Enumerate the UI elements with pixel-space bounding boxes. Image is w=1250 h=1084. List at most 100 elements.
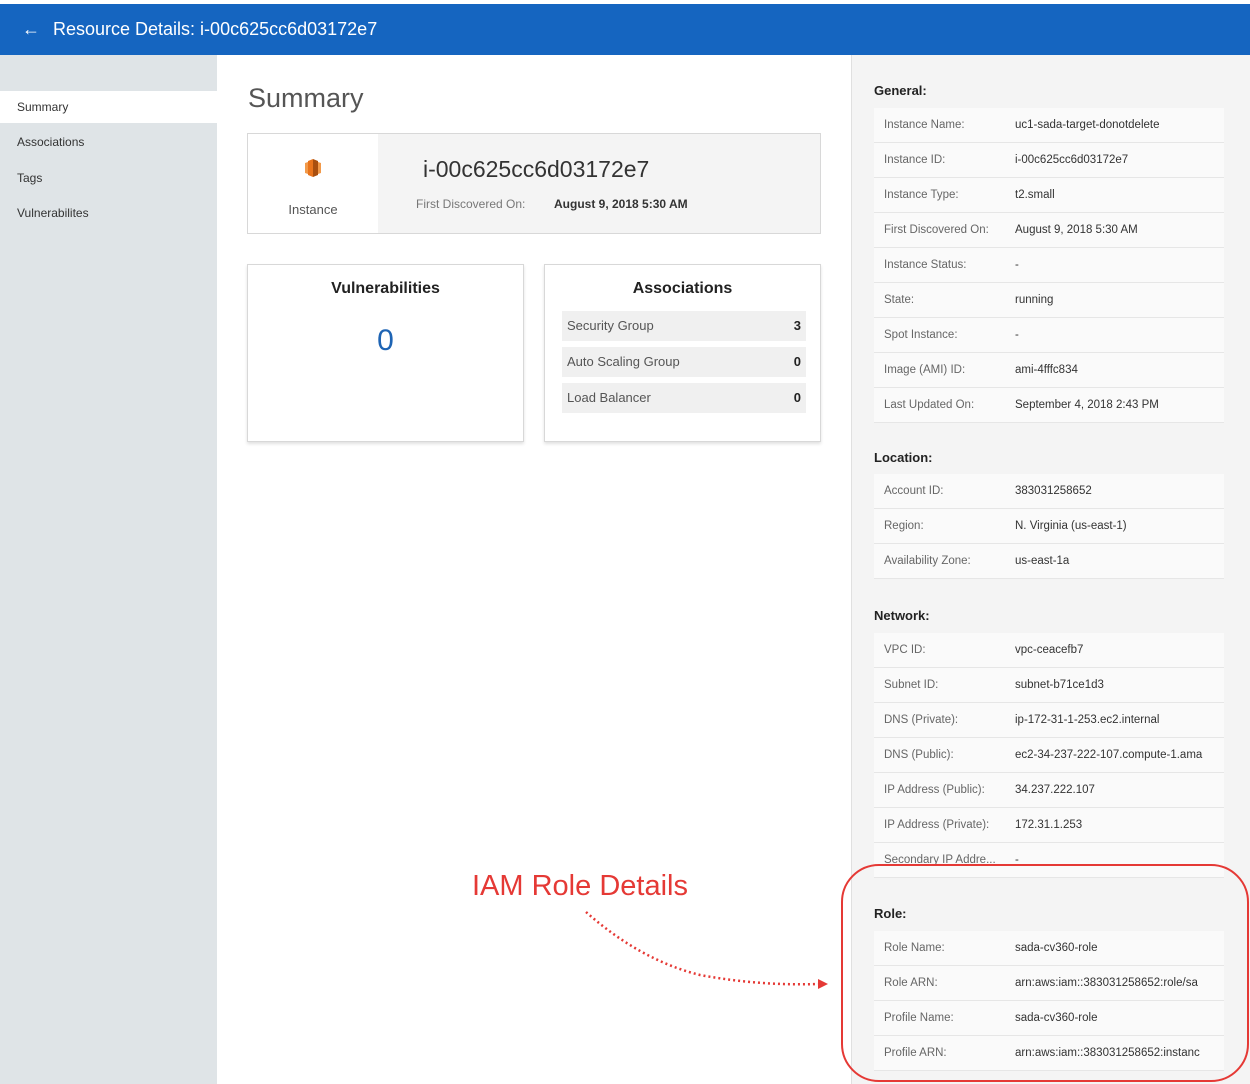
detail-key: VPC ID: <box>884 644 926 656</box>
main-content: Summary Instance i-00c625cc6d03172e7 Fir… <box>217 55 851 1084</box>
detail-value: August 9, 2018 5:30 AM <box>1015 224 1138 236</box>
resource-type-panel: Instance <box>248 134 378 233</box>
detail-value: subnet-b71ce1d3 <box>1015 679 1104 691</box>
back-arrow-icon[interactable]: ← <box>0 19 40 40</box>
section-title-general: General: <box>874 83 927 98</box>
detail-key: Image (AMI) ID: <box>884 364 966 376</box>
detail-row-secondary-ip: Secondary IP Addre... - <box>874 843 1224 878</box>
detail-value: vpc-ceacefb7 <box>1015 644 1084 656</box>
sidebar-item-tags[interactable]: Tags <box>0 162 217 194</box>
sidebar-item-vulnerabilities[interactable]: Vulnerabilites <box>0 197 217 229</box>
associations-title: Associations <box>632 280 733 297</box>
section-title-location: Location: <box>874 450 933 465</box>
detail-value: N. Virginia (us-east-1) <box>1015 520 1127 532</box>
detail-row-availability-zone: Availability Zone: us-east-1a <box>874 544 1224 579</box>
detail-key: Instance Name: <box>884 119 965 131</box>
detail-value: i-00c625cc6d03172e7 <box>1015 154 1129 166</box>
vulnerabilities-title: Vulnerabilities <box>331 280 440 297</box>
detail-key: Role ARN: <box>884 977 938 989</box>
detail-key: Profile ARN: <box>884 1047 947 1059</box>
summary-card: Instance i-00c625cc6d03172e7 First Disco… <box>247 133 821 234</box>
annotation-label: IAM Role Details <box>472 870 688 902</box>
detail-row-instance-id: Instance ID: i-00c625cc6d03172e7 <box>874 143 1224 178</box>
page-header-title: Resource Details: i-00c625cc6d03172e7 <box>53 19 378 39</box>
detail-key: First Discovered On: <box>884 224 989 236</box>
detail-value: t2.small <box>1015 189 1055 201</box>
detail-row-vpc-id: VPC ID: vpc-ceacefb7 <box>874 633 1224 668</box>
association-row-security-group[interactable]: Security Group 3 <box>562 311 806 341</box>
detail-key: Spot Instance: <box>884 329 958 341</box>
detail-value: ec2-34-237-222-107.compute-1.ama <box>1015 749 1203 761</box>
detail-value: arn:aws:iam::383031258652:instanc <box>1015 1047 1200 1059</box>
detail-value: ami-4fffc834 <box>1015 364 1078 376</box>
detail-key: Subnet ID: <box>884 679 939 691</box>
detail-key: Instance Status: <box>884 259 967 271</box>
detail-value: us-east-1a <box>1015 555 1070 567</box>
detail-key: Region: <box>884 520 924 532</box>
detail-row-last-updated: Last Updated On: September 4, 2018 2:43 P… <box>874 388 1224 423</box>
detail-value: - <box>1015 329 1019 341</box>
detail-value: arn:aws:iam::383031258652:role/sa <box>1015 977 1198 989</box>
detail-value: - <box>1015 854 1019 866</box>
association-count: 0 <box>793 390 801 405</box>
section-title-network: Network: <box>874 608 930 623</box>
detail-row-instance-name: Instance Name: uc1-sada-target-donotdelet… <box>874 108 1224 143</box>
vulnerabilities-card[interactable]: Vulnerabilities 0 <box>247 264 524 442</box>
associations-card: Associations Security Group 3 Auto Scali… <box>544 264 821 442</box>
detail-key: Role Name: <box>884 942 945 954</box>
detail-value: 383031258652 <box>1015 485 1092 497</box>
detail-value: ip-172-31-1-253.ec2.internal <box>1015 714 1160 726</box>
detail-key: Secondary IP Addre... <box>884 854 996 866</box>
detail-row-dns-private: DNS (Private): ip-172-31-1-253.ec2.intern… <box>874 703 1224 738</box>
association-count: 0 <box>793 354 801 369</box>
association-count: 3 <box>793 318 801 333</box>
detail-row-spot-instance: Spot Instance: - <box>874 318 1224 353</box>
detail-key: State: <box>884 294 915 306</box>
detail-row-region: Region: N. Virginia (us-east-1) <box>874 509 1224 544</box>
detail-key: IP Address (Private): <box>884 819 990 831</box>
detail-value: uc1-sada-target-donotdelete <box>1015 119 1160 131</box>
detail-key: Availability Zone: <box>884 555 971 567</box>
instance-id-heading: i-00c625cc6d03172e7 <box>423 156 650 182</box>
detail-key: Instance ID: <box>884 154 946 166</box>
detail-row-first-discovered: First Discovered On: August 9, 2018 5:30 … <box>874 213 1224 248</box>
detail-value: sada-cv360-role <box>1015 942 1098 954</box>
detail-value: 172.31.1.253 <box>1015 819 1083 831</box>
sidebar-item-summary[interactable]: Summary <box>0 91 217 123</box>
detail-row-subnet-id: Subnet ID: subnet-b71ce1d3 <box>874 668 1224 703</box>
detail-row-ip-public: IP Address (Public): 34.237.222.107 <box>874 773 1224 808</box>
detail-value: September 4, 2018 2:43 PM <box>1015 399 1159 411</box>
detail-value: 34.237.222.107 <box>1015 784 1095 796</box>
detail-key: DNS (Private): <box>884 714 959 726</box>
detail-row-role-name: Role Name: sada-cv360-role <box>874 931 1224 966</box>
first-discovered-value: August 9, 2018 5:30 AM <box>554 197 688 211</box>
association-label: Auto Scaling Group <box>567 354 680 369</box>
detail-key: IP Address (Public): <box>884 784 985 796</box>
detail-key: DNS (Public): <box>884 749 954 761</box>
association-row-load-balancer[interactable]: Load Balancer 0 <box>562 383 806 413</box>
detail-value: sada-cv360-role <box>1015 1012 1098 1024</box>
detail-key: Account ID: <box>884 485 944 497</box>
top-bar: ← Resource Details: i-00c625cc6d03172e7 <box>0 0 1250 55</box>
detail-row-dns-public: DNS (Public): ec2-34-237-222-107.compute-… <box>874 738 1224 773</box>
detail-key: Instance Type: <box>884 189 959 201</box>
ec2-instance-icon <box>305 159 321 177</box>
details-panel: General: Instance Name: uc1-sada-target-d… <box>851 55 1250 1084</box>
detail-row-image-id: Image (AMI) ID: ami-4fffc834 <box>874 353 1224 388</box>
association-label: Security Group <box>567 318 654 333</box>
detail-row-state: State: running <box>874 283 1224 318</box>
sidebar: Summary Associations Tags Vulnerabilites <box>0 55 217 1084</box>
detail-key: Profile Name: <box>884 1012 954 1024</box>
vulnerabilities-count[interactable]: 0 <box>248 324 523 358</box>
resource-type-label: Instance <box>288 202 338 217</box>
detail-row-account-id: Account ID: 383031258652 <box>874 474 1224 509</box>
sidebar-item-associations[interactable]: Associations <box>0 126 217 158</box>
association-row-auto-scaling-group[interactable]: Auto Scaling Group 0 <box>562 347 806 377</box>
detail-key: Last Updated On: <box>884 399 975 411</box>
first-discovered-label: First Discovered On: <box>416 197 526 211</box>
detail-row-instance-type: Instance Type: t2.small <box>874 178 1224 213</box>
detail-row-ip-private: IP Address (Private): 172.31.1.253 <box>874 808 1224 843</box>
detail-row-profile-arn: Profile ARN: arn:aws:iam::383031258652:in… <box>874 1036 1224 1071</box>
detail-row-instance-status: Instance Status: - <box>874 248 1224 283</box>
association-label: Load Balancer <box>567 390 651 405</box>
